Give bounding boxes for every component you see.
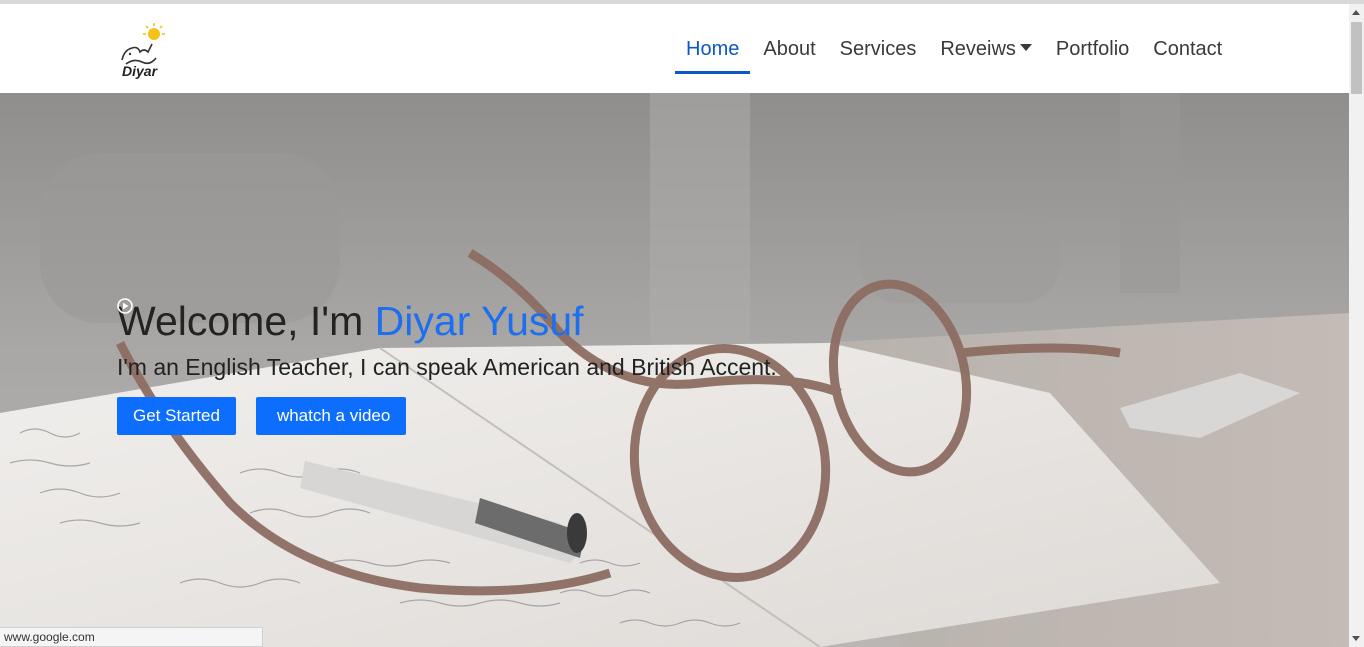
scroll-down-arrow-icon[interactable]	[1352, 636, 1360, 641]
hero-subtitle: I'm an English Teacher, I can speak Amer…	[117, 354, 777, 380]
scroll-thumb[interactable]	[1351, 22, 1362, 94]
navbar: Diyar Home About Services Reveiws Portfo…	[0, 4, 1349, 93]
nav-about[interactable]: About	[751, 34, 827, 74]
hero-title: Welcome, I'm Diyar Yusuf	[117, 298, 777, 345]
nav-reviews-label: Reveiws	[940, 38, 1016, 60]
hero-content: Welcome, I'm Diyar Yusuf I'm an English …	[117, 298, 777, 435]
watch-video-button[interactable]: whatch a video	[117, 298, 407, 435]
nav-contact[interactable]: Contact	[1141, 34, 1234, 74]
nav-home-label: Home	[686, 38, 740, 60]
nav-about-label: About	[763, 38, 816, 60]
page-scrollbar[interactable]	[1349, 4, 1364, 647]
hero-title-name: Diyar Yusuf	[374, 298, 584, 344]
hero-buttons: Get Started whatch a video	[117, 298, 777, 435]
nav-reviews-dropdown[interactable]: Reveiws	[928, 34, 1044, 74]
chevron-down-icon	[1019, 44, 1032, 51]
nav-portfolio[interactable]: Portfolio	[1044, 34, 1141, 74]
browser-status-bar: www.google.com	[0, 627, 263, 647]
hero-section: Welcome, I'm Diyar Yusuf I'm an English …	[0, 93, 1349, 647]
nav-services[interactable]: Services	[828, 34, 929, 74]
nav-contact-label: Contact	[1153, 38, 1223, 60]
get-started-label: Get Started	[133, 406, 220, 425]
watch-video-label: whatch a video	[276, 406, 391, 425]
scroll-up-arrow-icon[interactable]	[1352, 10, 1360, 15]
get-started-button[interactable]: Get Started	[117, 397, 236, 435]
nav-portfolio-label: Portfolio	[1055, 38, 1130, 60]
nav-home[interactable]: Home	[674, 34, 751, 74]
main-nav: Home About Services Reveiws Portfolio Co…	[674, 34, 1234, 74]
hero-title-prefix: Welcome, I'm	[117, 298, 375, 344]
logo-wordmark: Diyar	[122, 63, 158, 79]
nav-services-label: Services	[839, 38, 917, 60]
